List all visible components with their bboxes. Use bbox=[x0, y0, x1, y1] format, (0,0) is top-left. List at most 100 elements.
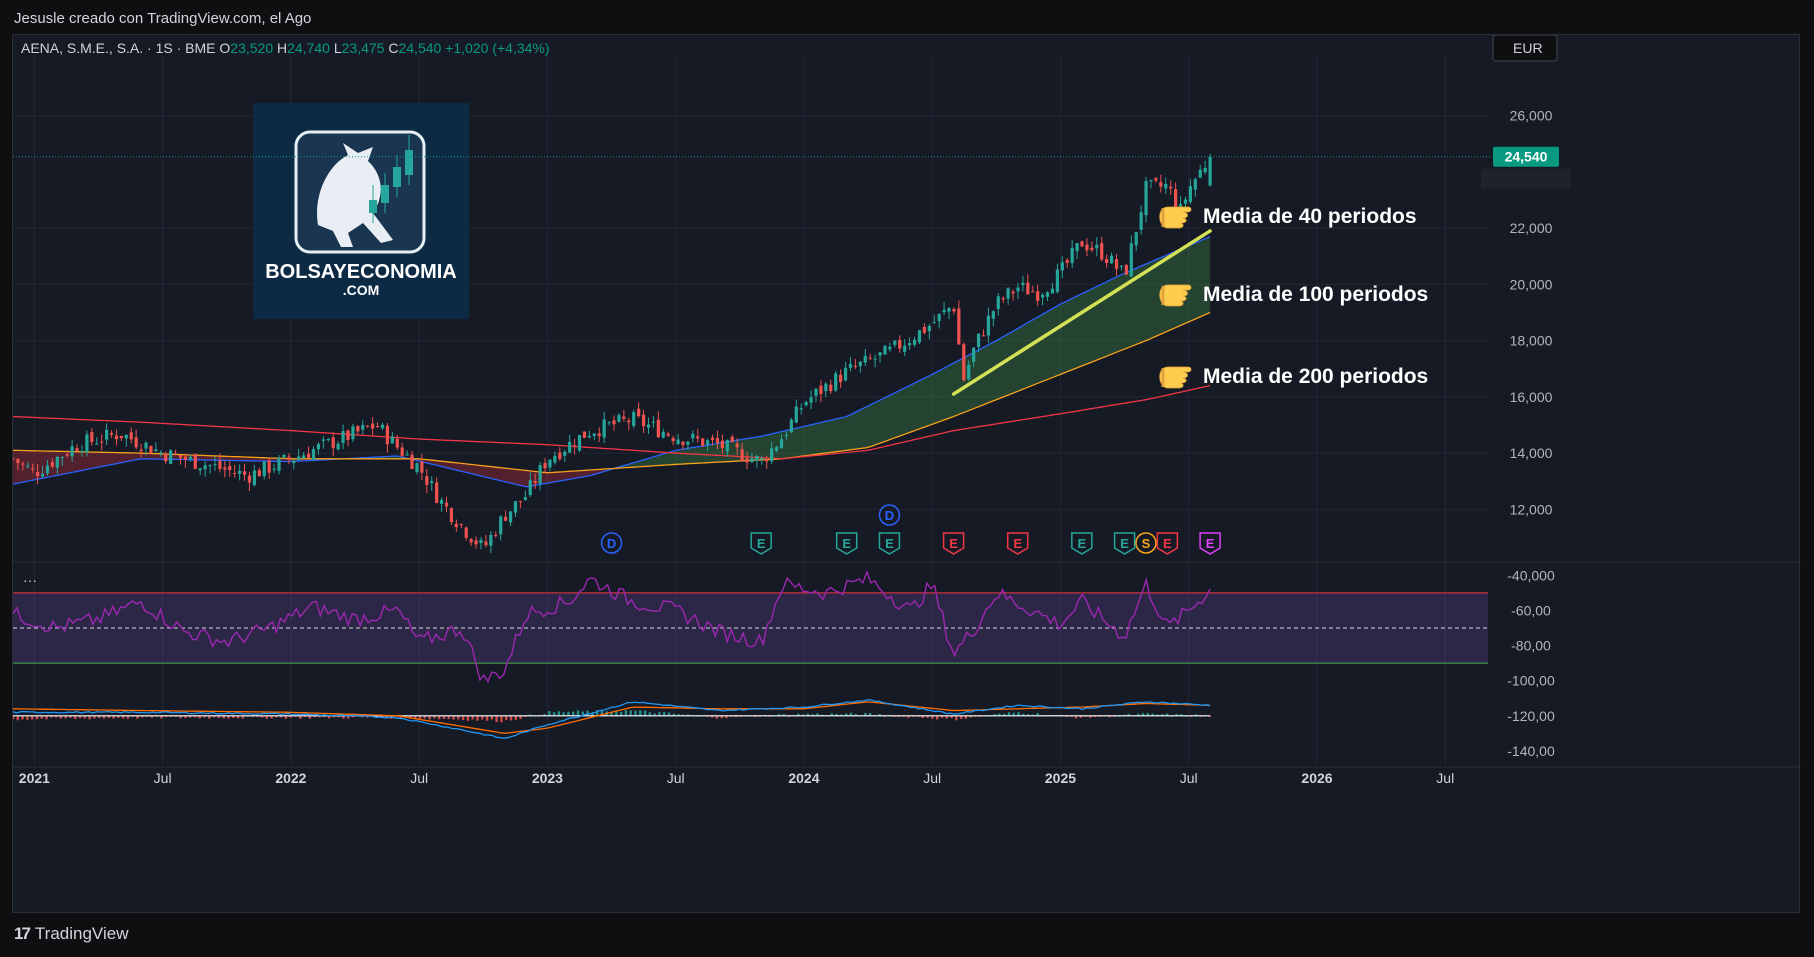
event-marker-earnings-future[interactable]: E bbox=[1199, 532, 1221, 555]
candle-body bbox=[70, 446, 74, 457]
candle-body bbox=[794, 406, 798, 423]
candle-body bbox=[193, 454, 197, 469]
oscillator-tick-label: -40,000 bbox=[1507, 567, 1555, 583]
logo-candle-body bbox=[381, 185, 389, 203]
candle-body bbox=[1011, 291, 1015, 294]
candle-body bbox=[139, 449, 143, 452]
candle-body bbox=[1134, 232, 1138, 246]
candle-body bbox=[351, 426, 355, 440]
candle-body bbox=[331, 437, 335, 449]
candle-body bbox=[878, 352, 882, 356]
candle-body bbox=[1036, 291, 1040, 301]
logo-candle-body bbox=[405, 150, 413, 175]
candle-body bbox=[582, 431, 587, 438]
price-chart[interactable]: D E EDE E E E E S E E BOLSAYECONOMIA.COM Media de… bbox=[13, 35, 1801, 914]
candle-body bbox=[50, 462, 55, 467]
macd-histogram-bar bbox=[576, 710, 580, 716]
event-marker-earnings-up[interactable]: E bbox=[1071, 532, 1093, 555]
candle-body bbox=[124, 434, 128, 439]
event-marker-earnings-up[interactable]: E bbox=[835, 532, 858, 555]
candle-body bbox=[105, 429, 109, 440]
time-tick-label: Jul bbox=[410, 770, 428, 786]
candle-body bbox=[1031, 291, 1035, 293]
candle-body bbox=[341, 431, 345, 444]
candle-body bbox=[1080, 241, 1084, 247]
candle-body bbox=[573, 445, 577, 448]
oscillator-tick-label: -100,00 bbox=[1507, 673, 1555, 689]
candle-body bbox=[770, 448, 774, 462]
candle-body bbox=[454, 523, 458, 528]
macd-histogram-bar bbox=[514, 715, 517, 720]
macd-histogram-bar bbox=[500, 715, 503, 723]
candle-body bbox=[198, 468, 202, 471]
price-tick-label: 14,000 bbox=[1510, 445, 1553, 461]
chart-caption: Jesusle creado con TradingView.com, el A… bbox=[14, 10, 312, 27]
candle-body bbox=[676, 439, 680, 444]
candle-body bbox=[114, 435, 119, 440]
candle-body bbox=[553, 455, 557, 463]
candle-body bbox=[292, 460, 296, 464]
candle-body bbox=[1070, 247, 1074, 264]
candle-body bbox=[16, 458, 20, 463]
candle-body bbox=[252, 470, 256, 486]
macd-histogram-bar bbox=[634, 710, 637, 716]
chart-frame[interactable]: DEEDEEEEESEE BOLSAYECONOMIA .COM Media de… bbox=[12, 34, 1801, 914]
candle-body bbox=[247, 475, 252, 483]
candle-body bbox=[267, 460, 271, 473]
candle-body bbox=[1006, 288, 1010, 299]
time-tick-label: 2022 bbox=[275, 770, 306, 786]
macd-histogram-bar bbox=[955, 715, 958, 721]
time-tick-label: Jul bbox=[667, 770, 685, 786]
event-marker-earnings-down[interactable]: E bbox=[1006, 532, 1029, 555]
annotation-1: Media de 40 periodos bbox=[1159, 205, 1417, 229]
event-marker-split[interactable]: S bbox=[1135, 532, 1157, 554]
candle-body bbox=[907, 342, 912, 346]
time-tick-label: 2021 bbox=[19, 770, 50, 786]
candle-body bbox=[1208, 156, 1212, 186]
candle-body bbox=[1016, 287, 1020, 292]
price-tick-label: 22,000 bbox=[1510, 220, 1553, 236]
candle-body bbox=[1203, 167, 1207, 173]
candle-body bbox=[164, 453, 168, 462]
high-value: 24,740 bbox=[287, 40, 334, 56]
candle-body bbox=[1041, 294, 1045, 298]
candle-body bbox=[725, 440, 729, 452]
candle-body bbox=[277, 457, 281, 471]
candle-body bbox=[425, 476, 429, 485]
candle-body bbox=[937, 313, 941, 322]
candle-body bbox=[90, 432, 94, 442]
candle-body bbox=[504, 516, 508, 521]
event-marker-dividend[interactable]: D bbox=[878, 504, 901, 526]
event-marker-earnings-down[interactable]: E bbox=[942, 532, 965, 555]
event-marker-earnings-down[interactable]: E bbox=[1156, 532, 1179, 555]
candle-body bbox=[991, 311, 995, 319]
candle-body bbox=[706, 440, 710, 445]
candle-body bbox=[597, 433, 601, 437]
candle-body bbox=[494, 534, 498, 536]
candle-body bbox=[173, 453, 178, 455]
change-value: +1,020 (+4,34%) bbox=[445, 40, 549, 56]
candle-body bbox=[1119, 265, 1124, 267]
candle-body bbox=[750, 458, 754, 463]
candle-body bbox=[568, 441, 572, 453]
candle-body bbox=[464, 527, 468, 538]
event-label: E bbox=[885, 536, 894, 551]
candle-body bbox=[730, 436, 734, 443]
candle-body bbox=[449, 508, 454, 523]
event-marker-dividend[interactable]: D bbox=[600, 532, 623, 554]
time-tick-label: Jul bbox=[154, 770, 172, 786]
candle-body bbox=[208, 465, 212, 467]
event-marker-earnings-up[interactable]: E bbox=[750, 532, 772, 555]
candle-body bbox=[1154, 178, 1158, 181]
logo-subtext: .COM bbox=[343, 282, 380, 298]
event-marker-earnings-up[interactable]: E bbox=[878, 532, 901, 555]
candle-body bbox=[75, 448, 79, 451]
candle-body bbox=[213, 464, 217, 466]
candle-body bbox=[834, 373, 838, 391]
candle-body bbox=[696, 436, 700, 439]
event-label: E bbox=[757, 536, 766, 551]
candle-body bbox=[415, 463, 419, 472]
candle-body bbox=[1124, 265, 1128, 275]
event-marker-earnings-up[interactable]: E bbox=[1113, 532, 1136, 555]
candle-body bbox=[745, 458, 749, 463]
